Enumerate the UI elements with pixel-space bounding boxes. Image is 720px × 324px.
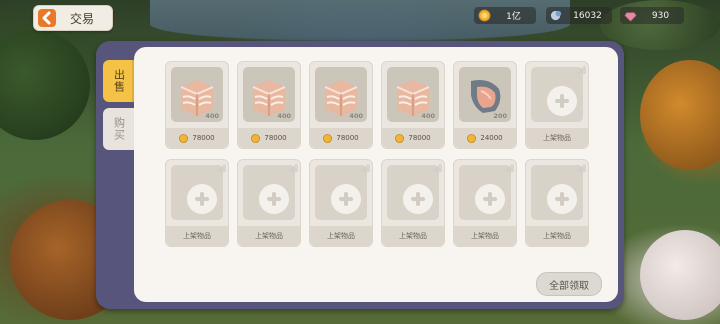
add-icon: [475, 184, 505, 214]
item-quantity: 400: [421, 112, 435, 120]
item-price: 78000: [192, 134, 215, 142]
gem-amount: 16032: [573, 10, 602, 21]
sell-slot[interactable]: 200 24000: [453, 61, 517, 149]
add-icon: [547, 184, 577, 214]
empty-sell-slot[interactable]: 上架物品: [453, 159, 517, 247]
empty-sell-slot[interactable]: 上架物品: [525, 159, 589, 247]
add-icon: [403, 184, 433, 214]
gold-coin-icon: [477, 9, 491, 23]
list-item-label: 上架物品: [454, 226, 516, 246]
gold-coin-icon: [395, 133, 405, 143]
pink-gem-icon: [623, 9, 637, 23]
back-arrow-icon: [36, 7, 58, 29]
currency-gold: 1亿: [474, 7, 536, 24]
sell-slot[interactable]: 400 78000: [165, 61, 229, 149]
empty-sell-slot[interactable]: 上架物品: [165, 159, 229, 247]
character-sprite: [640, 230, 720, 320]
tab-buy[interactable]: 购买: [103, 108, 134, 150]
item-price: 78000: [408, 134, 431, 142]
tab-sell[interactable]: 出售: [103, 60, 134, 102]
gem-icon: [549, 9, 563, 23]
list-item-label: 上架物品: [238, 226, 300, 246]
back-button[interactable]: 交易: [33, 5, 113, 31]
currency-pink-gem: 930: [620, 7, 684, 24]
gold-coin-icon: [251, 133, 261, 143]
item-price: 24000: [480, 134, 503, 142]
add-icon: [547, 86, 577, 116]
gold-coin-icon: [179, 133, 189, 143]
add-icon: [331, 184, 361, 214]
item-quantity: 400: [205, 112, 219, 120]
item-price: 78000: [264, 134, 287, 142]
item-quantity: 400: [277, 112, 291, 120]
empty-sell-slot[interactable]: 上架物品: [381, 159, 445, 247]
page-title: 交易: [70, 11, 95, 26]
sell-slot[interactable]: 400 78000: [309, 61, 373, 149]
list-item-label: 上架物品: [310, 226, 372, 246]
list-item-label: 上架物品: [526, 128, 588, 148]
gold-coin-icon: [323, 133, 333, 143]
currency-gem: 16032: [546, 7, 612, 24]
empty-sell-slot[interactable]: 上架物品: [525, 61, 589, 149]
empty-sell-slot[interactable]: 上架物品: [309, 159, 373, 247]
sell-slot[interactable]: 400 78000: [381, 61, 445, 149]
pink-gem-amount: 930: [651, 10, 670, 21]
item-price: 78000: [336, 134, 359, 142]
list-item-label: 上架物品: [526, 226, 588, 246]
gold-coin-icon: [467, 133, 477, 143]
add-icon: [259, 184, 289, 214]
list-item-label: 上架物品: [166, 226, 228, 246]
claim-all-button[interactable]: 全部领取: [536, 272, 602, 296]
list-item-label: 上架物品: [382, 226, 444, 246]
item-quantity: 400: [349, 112, 363, 120]
empty-sell-slot[interactable]: 上架物品: [237, 159, 301, 247]
gold-amount: 1亿: [506, 12, 521, 22]
add-icon: [187, 184, 217, 214]
sell-slot[interactable]: 400 78000: [237, 61, 301, 149]
item-quantity: 200: [493, 112, 507, 120]
